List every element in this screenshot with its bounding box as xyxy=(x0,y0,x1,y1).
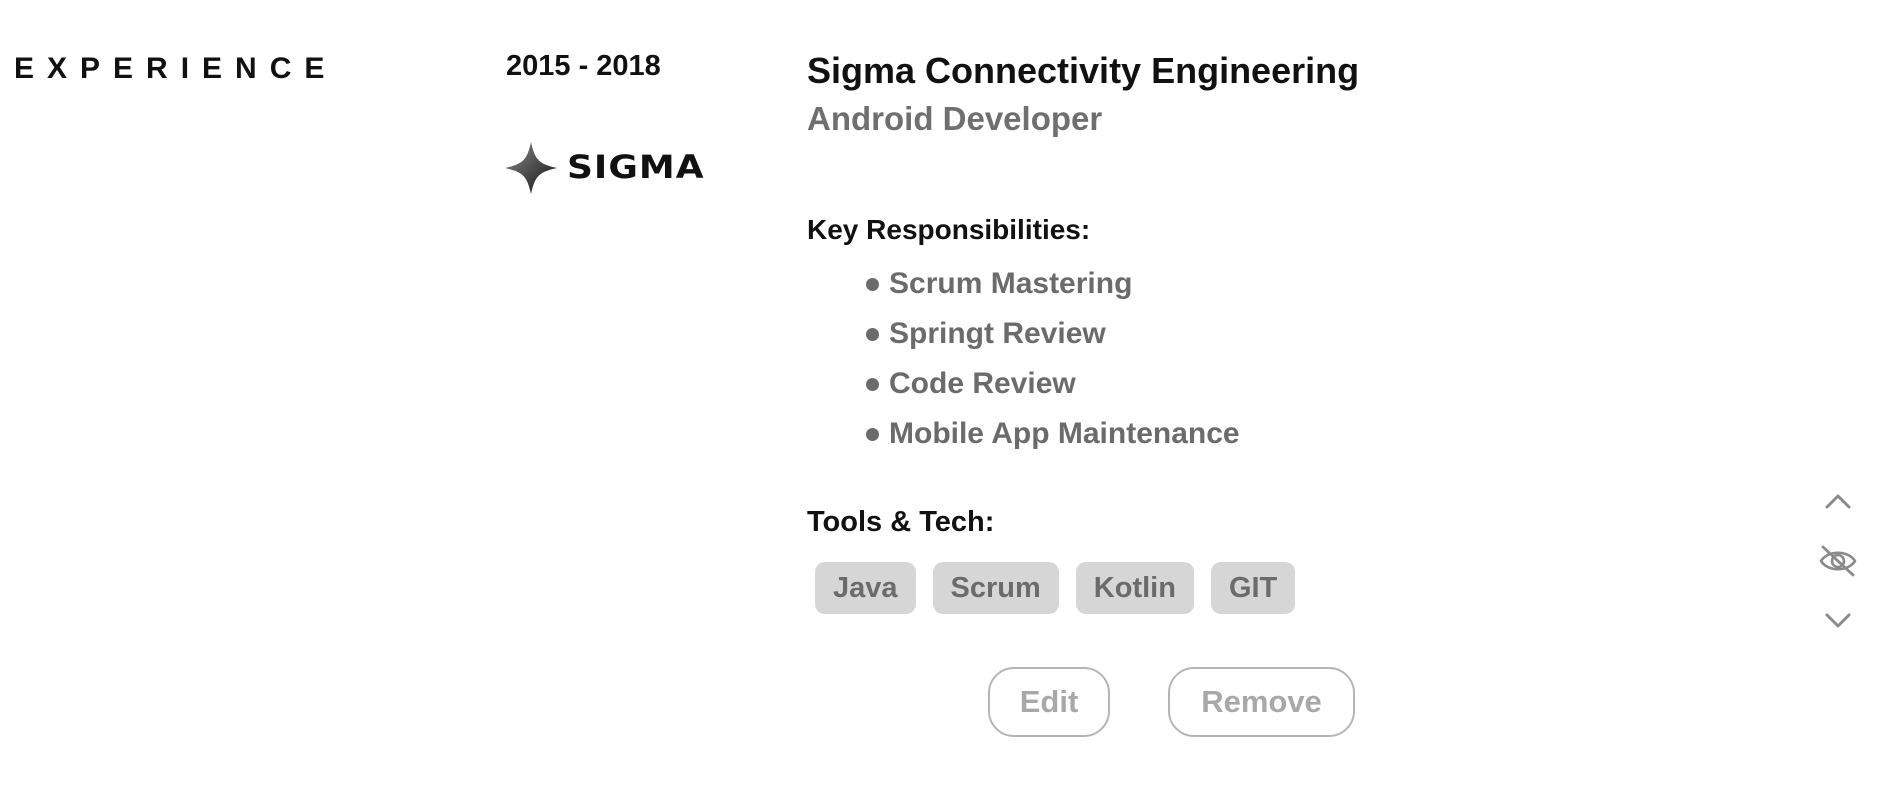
responsibility-text: Code Review xyxy=(889,367,1076,400)
chevron-down-icon xyxy=(1825,613,1851,628)
company-name: Sigma Connectivity Engineering xyxy=(807,50,1360,91)
tool-tag: Scrum xyxy=(932,562,1059,614)
sigma-star-logo-icon xyxy=(505,142,557,194)
list-item: Code Review xyxy=(866,359,1240,409)
bullet-icon xyxy=(866,377,879,391)
edit-button[interactable]: Edit xyxy=(988,667,1110,737)
bullet-icon xyxy=(866,327,879,341)
responsibilities-label: Key Responsibilities: xyxy=(807,214,1091,245)
experience-years: 2015 - 2018 xyxy=(506,50,661,82)
remove-button[interactable]: Remove xyxy=(1168,667,1355,737)
company-logo: SIGMA xyxy=(505,142,705,194)
responsibility-text: Scrum Mastering xyxy=(889,267,1133,300)
list-item: Springt Review xyxy=(866,309,1240,359)
experience-section: EXPERIENCE 2015 - 2018 SIGMA Sigma Conne… xyxy=(0,0,1892,786)
list-item: Scrum Mastering xyxy=(866,259,1240,309)
list-item: Mobile App Maintenance xyxy=(866,409,1240,459)
job-role: Android Developer xyxy=(807,100,1103,137)
responsibility-text: Springt Review xyxy=(889,317,1106,350)
tool-tag: GIT xyxy=(1210,562,1296,614)
tools-tags: Java Scrum Kotlin GIT xyxy=(815,562,1296,614)
bullet-icon xyxy=(866,277,879,291)
eye-off-icon xyxy=(1819,545,1857,577)
move-up-button[interactable] xyxy=(1818,481,1858,521)
section-title: EXPERIENCE xyxy=(14,52,338,85)
bullet-icon xyxy=(866,427,879,441)
responsibility-text: Mobile App Maintenance xyxy=(889,417,1240,450)
chevron-up-icon xyxy=(1825,494,1851,509)
tool-tag: Kotlin xyxy=(1075,562,1194,614)
tools-label: Tools & Tech: xyxy=(807,506,995,538)
responsibilities-list: Scrum Mastering Springt Review Code Revi… xyxy=(866,259,1240,459)
hide-entry-button[interactable] xyxy=(1818,541,1858,581)
move-down-button[interactable] xyxy=(1818,601,1858,641)
tool-tag: Java xyxy=(815,562,916,614)
company-logo-text: SIGMA xyxy=(567,149,705,186)
